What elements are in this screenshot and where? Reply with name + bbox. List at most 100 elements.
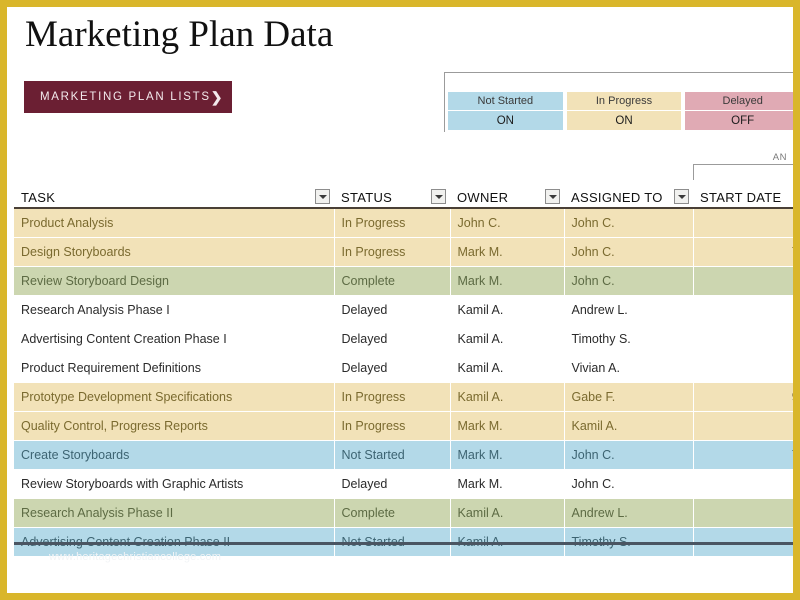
start-date-cell: 8/1/20 [693,470,800,499]
legend-item-not-started: Not Started ON [448,92,563,130]
watermark: www.heritagechristiancollege.com [49,551,221,563]
start-date-cell: 7/15/20 [693,441,800,470]
table-row[interactable]: Research Analysis Phase IDelayedKamil A.… [14,296,800,325]
owner-cell: Mark M. [450,267,564,296]
column-header-assigned-to-label: ASSIGNED TO [571,190,663,205]
column-header-status: STATUS [334,180,450,208]
start-date-cell: 6/1/20 [693,296,800,325]
legend-label-not-started: Not Started [448,92,563,111]
task-cell: Research Analysis Phase II [14,499,334,528]
table-header-row: TASK STATUS OWNER ASSIGNED TO [14,180,800,208]
legend-label-in-progress: In Progress [567,92,682,111]
filter-dropdown-icon-status[interactable] [431,189,446,204]
assigned-to-cell: Timothy S. [564,325,693,354]
table-row[interactable]: Quality Control, Progress ReportsIn Prog… [14,412,800,441]
table-row[interactable]: Review Storyboard DesignCompleteMark M.J… [14,267,800,296]
marketing-plan-page: Marketing Plan Data MARKETING PLAN LISTS… [0,0,800,600]
status-cell: Complete [334,499,450,528]
marketing-plan-table: TASK STATUS OWNER ASSIGNED TO [14,180,800,556]
status-cell: In Progress [334,208,450,238]
status-filter-legend: Not Started ON In Progress ON Delayed OF… [448,92,800,130]
filter-dropdown-icon-owner[interactable] [545,189,560,204]
assigned-to-cell: John C. [564,441,693,470]
status-cell: Complete [334,267,450,296]
table-row[interactable]: Create StoryboardsNot StartedMark M.John… [14,441,800,470]
chevron-right-icon: ❯ [211,90,230,104]
start-date-cell: 9/12/20 [693,383,800,412]
status-cell: In Progress [334,238,450,267]
column-header-task-label: TASK [21,190,55,205]
task-cell: Design Storyboards [14,238,334,267]
status-cell: Delayed [334,354,450,383]
column-header-status-label: STATUS [341,190,392,205]
task-cell: Review Storyboard Design [14,267,334,296]
start-date-cell: 7/1/20 [693,208,800,238]
legend-label-delayed: Delayed [685,92,800,111]
column-header-owner-label: OWNER [457,190,508,205]
assigned-to-cell: Kamil A. [564,412,693,441]
table-body: Product AnalysisIn ProgressJohn C.John C… [14,208,800,556]
legend-toggle-in-progress[interactable]: ON [567,111,682,130]
start-date-cell [693,354,800,383]
column-header-owner: OWNER [450,180,564,208]
status-cell: Not Started [334,441,450,470]
table-row[interactable]: Design StoryboardsIn ProgressMark M.John… [14,238,800,267]
owner-cell: Mark M. [450,238,564,267]
task-cell: Product Analysis [14,208,334,238]
start-date-cell: 6/1/20 [693,499,800,528]
task-cell: Research Analysis Phase I [14,296,334,325]
legend-toggle-delayed[interactable]: OFF [685,111,800,130]
owner-cell: Kamil A. [450,354,564,383]
status-cell: In Progress [334,383,450,412]
owner-cell: Mark M. [450,412,564,441]
legend-toggle-not-started[interactable]: ON [448,111,563,130]
owner-cell: Kamil A. [450,499,564,528]
table-row[interactable]: Advertising Content Creation Phase IDela… [14,325,800,354]
column-header-task: TASK [14,180,334,208]
column-header-start-date-label: START DATE [700,190,782,205]
legend-item-delayed: Delayed OFF [685,92,800,130]
task-cell: Create Storyboards [14,441,334,470]
owner-cell: Kamil A. [450,325,564,354]
owner-cell: Kamil A. [450,383,564,412]
assigned-to-cell: Gabe F. [564,383,693,412]
start-date-cell: 7/15/20 [693,238,800,267]
owner-cell: John C. [450,208,564,238]
partial-truncated-label: AN [773,152,787,163]
legend-item-in-progress: In Progress ON [567,92,682,130]
column-header-assigned-to: ASSIGNED TO [564,180,693,208]
owner-cell: Mark M. [450,441,564,470]
table-row[interactable]: Research Analysis Phase IICompleteKamil … [14,499,800,528]
task-cell: Advertising Content Creation Phase I [14,325,334,354]
owner-cell: Kamil A. [450,296,564,325]
table-row[interactable]: Prototype Development SpecificationsIn P… [14,383,800,412]
marketing-plan-lists-button[interactable]: MARKETING PLAN LISTS ❯ [24,81,232,113]
table-row[interactable]: Review Storyboards with Graphic ArtistsD… [14,470,800,499]
start-date-cell: 7/1/20 [693,412,800,441]
assigned-to-cell: John C. [564,238,693,267]
assigned-to-cell: Vivian A. [564,354,693,383]
status-cell: In Progress [334,412,450,441]
table-row[interactable]: Product Requirement DefinitionsDelayedKa… [14,354,800,383]
task-cell: Product Requirement Definitions [14,354,334,383]
column-header-start-date: START DATE [693,180,800,208]
status-cell: Delayed [334,296,450,325]
task-cell: Quality Control, Progress Reports [14,412,334,441]
task-cell: Prototype Development Specifications [14,383,334,412]
table-row[interactable]: Product AnalysisIn ProgressJohn C.John C… [14,208,800,238]
start-date-cell: 9/1/20 [693,325,800,354]
assigned-to-cell: John C. [564,208,693,238]
status-cell: Delayed [334,325,450,354]
assigned-to-cell: Andrew L. [564,499,693,528]
start-date-cell: 8/1/20 [693,267,800,296]
marketing-plan-lists-label: MARKETING PLAN LISTS [40,91,211,103]
assigned-to-cell: John C. [564,470,693,499]
table-bottom-rule [14,542,800,545]
filter-dropdown-icon-task[interactable] [315,189,330,204]
status-cell: Delayed [334,470,450,499]
owner-cell: Mark M. [450,470,564,499]
filter-dropdown-icon-assigned-to[interactable] [674,189,689,204]
marketing-plan-table-wrapper: TASK STATUS OWNER ASSIGNED TO [14,180,800,556]
assigned-to-cell: John C. [564,267,693,296]
table-header: TASK STATUS OWNER ASSIGNED TO [14,180,800,208]
